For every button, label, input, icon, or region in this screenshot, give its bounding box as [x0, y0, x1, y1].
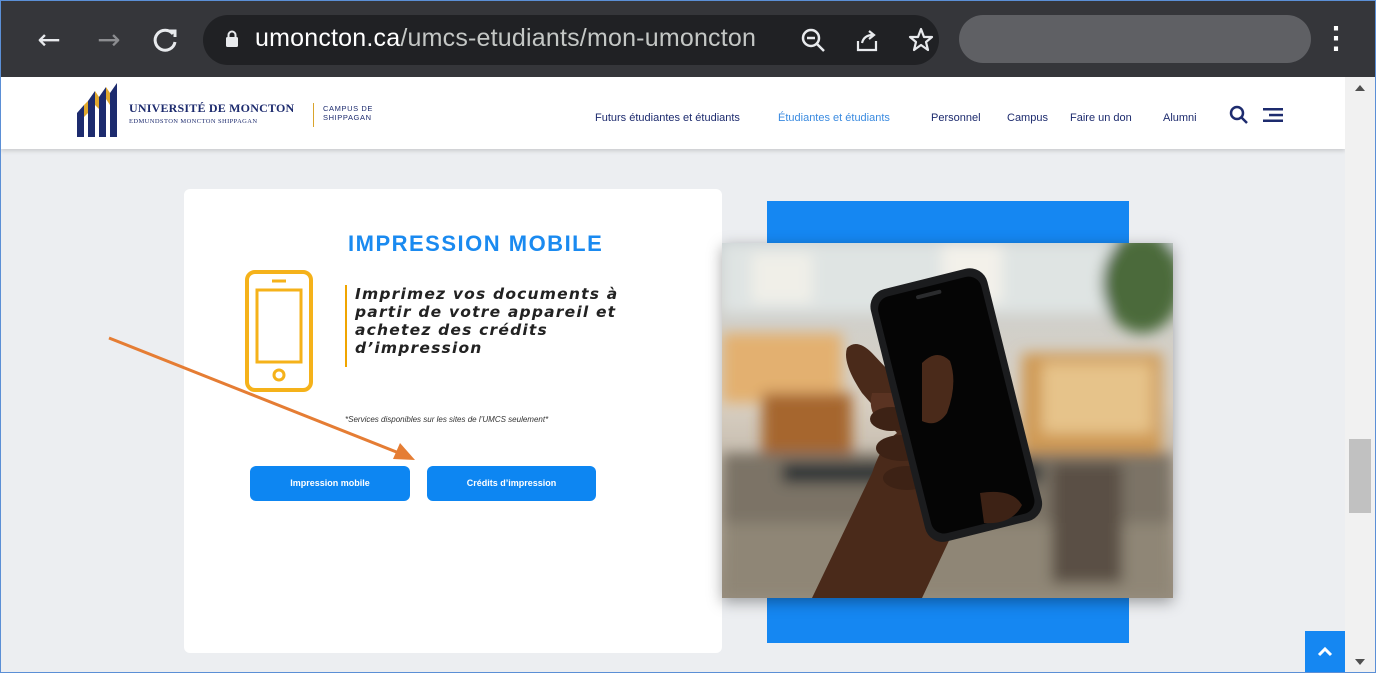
nav-item-campus[interactable]: Campus — [1007, 112, 1048, 124]
site-header: UNIVERSITÉ DE MONCTON EDMUNDSTON MONCTON… — [1, 77, 1345, 149]
nav-item-futurs-etudiants[interactable]: Futurs étudiantes et étudiants — [595, 112, 740, 124]
phone-icon — [245, 270, 313, 392]
back-arrow-icon[interactable]: ← — [31, 22, 67, 58]
logo-campus-line-2: SHIPPAGAN — [323, 113, 372, 122]
back-to-top-button[interactable] — [1305, 631, 1345, 672]
impression-mobile-card: IMPRESSION MOBILE Imprimez vos documents… — [184, 189, 722, 653]
card-note: *Services disponibles sur les sites de l… — [345, 415, 549, 424]
bookmark-star-icon[interactable] — [907, 26, 935, 54]
hamburger-menu-icon[interactable] — [1263, 108, 1283, 122]
forward-arrow-icon[interactable]: → — [91, 22, 127, 58]
hand-holding-phone-image — [722, 243, 1173, 598]
url-text[interactable]: umoncton.ca/umcs-etudiants/mon-umoncton — [255, 24, 756, 53]
reload-icon[interactable] — [147, 22, 183, 58]
zoom-out-icon[interactable] — [799, 26, 827, 54]
logo-divider — [313, 103, 314, 127]
scrollbar-thumb[interactable] — [1349, 439, 1371, 513]
nav-item-alumni[interactable]: Alumni — [1163, 112, 1197, 124]
card-description: Imprimez vos documents à partir de votre… — [355, 285, 619, 357]
scroll-up-arrow-icon[interactable] — [1355, 85, 1365, 91]
profile-area-blurred[interactable] — [959, 15, 1311, 63]
impression-mobile-button[interactable]: Impression mobile — [250, 466, 410, 501]
more-menu-icon[interactable]: ⋮ — [1321, 17, 1351, 61]
quote-bar — [345, 285, 347, 367]
university-logo-icon[interactable] — [75, 83, 117, 137]
credits-impression-button[interactable]: Crédits d’impression — [427, 466, 596, 501]
url-path: /umcs-etudiants/mon-umoncton — [400, 24, 757, 52]
address-bar[interactable]: umoncton.ca/umcs-etudiants/mon-umoncton — [203, 15, 939, 65]
card-title: IMPRESSION MOBILE — [348, 231, 604, 256]
nav-item-personnel[interactable]: Personnel — [931, 112, 981, 124]
logo-title: UNIVERSITÉ DE MONCTON — [129, 101, 295, 115]
logo-campus: CAMPUS DE SHIPPAGAN — [323, 104, 373, 122]
logo-campus-line-1: CAMPUS DE — [323, 104, 373, 113]
browser-window: ← → umoncton.ca/umcs-etudiants/mon-umonc… — [0, 0, 1376, 673]
url-host: umoncton.ca — [255, 24, 401, 52]
page-scrollbar[interactable] — [1345, 77, 1375, 672]
chevron-up-icon — [1317, 646, 1333, 657]
scroll-down-arrow-icon[interactable] — [1355, 659, 1365, 665]
lock-icon[interactable] — [225, 30, 239, 48]
nav-item-etudiants[interactable]: Étudiantes et étudiants — [778, 112, 890, 124]
share-icon[interactable] — [853, 26, 881, 54]
nav-item-faire-un-don[interactable]: Faire un don — [1070, 112, 1132, 124]
search-icon[interactable] — [1229, 105, 1249, 125]
web-page: UNIVERSITÉ DE MONCTON EDMUNDSTON MONCTON… — [1, 77, 1345, 672]
logo-subtitle: EDMUNDSTON MONCTON SHIPPAGAN — [129, 118, 258, 125]
browser-toolbar: ← → umoncton.ca/umcs-etudiants/mon-umonc… — [1, 1, 1375, 77]
